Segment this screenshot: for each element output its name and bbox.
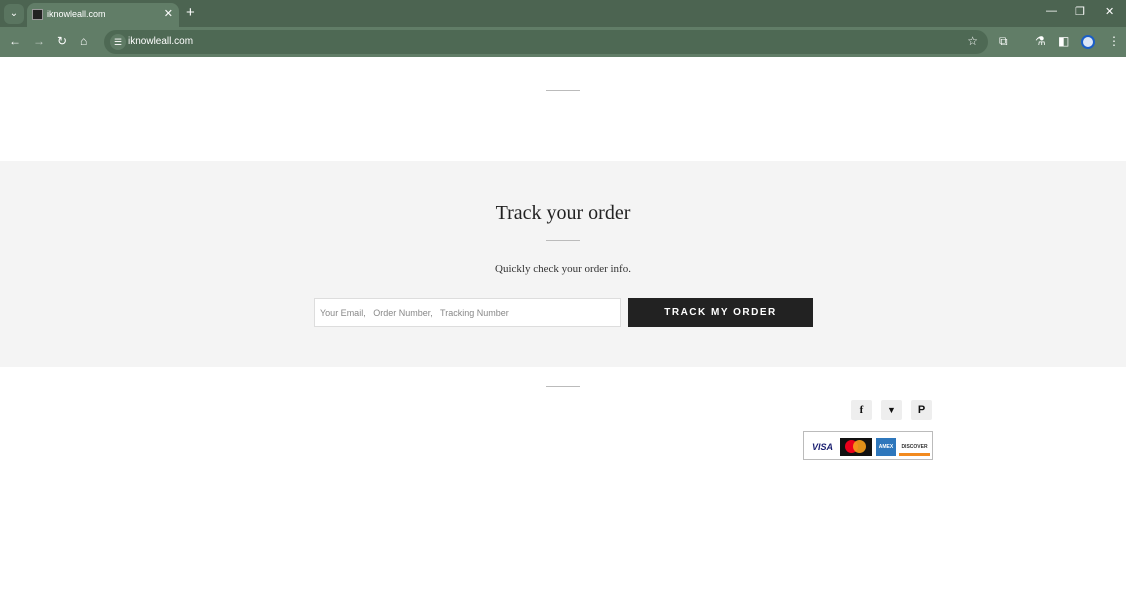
- divider: [546, 90, 580, 91]
- divider: [546, 240, 580, 241]
- tracking-input[interactable]: [314, 298, 621, 327]
- mastercard-icon: [840, 438, 872, 456]
- tab-search-button[interactable]: ⌄: [4, 4, 24, 24]
- labs-icon[interactable]: ⚗: [1035, 34, 1046, 48]
- site-info-icon[interactable]: ☰: [110, 34, 126, 50]
- visa-icon: VISA: [811, 442, 833, 452]
- tab-title: iknowleall.com: [47, 9, 106, 19]
- page-title: Track your order: [495, 202, 631, 224]
- subtitle: Quickly check your order info.: [495, 263, 631, 275]
- toolbar: ← → ↻ ⌂ ☰ iknowleall.com ☆ ⧉ ⚗ ◧ ⋮: [0, 27, 1126, 57]
- discover-icon: DISCOVER: [899, 438, 930, 456]
- restore-icon[interactable]: ❐: [1075, 5, 1085, 18]
- extensions-icon[interactable]: ⧉: [999, 34, 1008, 49]
- forward-icon[interactable]: →: [33, 34, 45, 48]
- profile-avatar-icon[interactable]: [1081, 35, 1095, 49]
- bookmark-star-icon[interactable]: ☆: [967, 34, 978, 48]
- payment-methods: VISA AMEX DISCOVER: [803, 431, 933, 460]
- window-close-icon[interactable]: ✕: [1105, 5, 1114, 18]
- url-text: iknowleall.com: [128, 36, 194, 47]
- tab-bar: ⌄ iknowleall.com ✕ + — ❐ ✕: [0, 0, 1126, 27]
- browser-tab[interactable]: iknowleall.com ✕: [27, 3, 179, 27]
- reload-icon[interactable]: ↻: [57, 34, 67, 48]
- twitter-icon[interactable]: ▼: [881, 400, 902, 420]
- favicon-icon: [32, 9, 43, 20]
- pinterest-icon[interactable]: P: [911, 400, 932, 420]
- facebook-icon[interactable]: f: [851, 400, 872, 420]
- address-bar[interactable]: ☰ iknowleall.com ☆: [104, 30, 988, 54]
- new-tab-icon[interactable]: +: [186, 4, 195, 21]
- track-order-button[interactable]: TRACK MY ORDER: [628, 298, 813, 327]
- side-panel-icon[interactable]: ◧: [1058, 34, 1069, 48]
- track-order-section: Track your order Quickly check your orde…: [0, 161, 1126, 367]
- menu-icon[interactable]: ⋮: [1108, 34, 1120, 48]
- minimize-icon[interactable]: —: [1046, 5, 1057, 17]
- divider: [546, 386, 580, 387]
- home-icon[interactable]: ⌂: [80, 34, 87, 48]
- back-icon[interactable]: ←: [9, 34, 21, 48]
- amex-icon: AMEX: [876, 438, 896, 456]
- close-tab-icon[interactable]: ✕: [164, 7, 173, 20]
